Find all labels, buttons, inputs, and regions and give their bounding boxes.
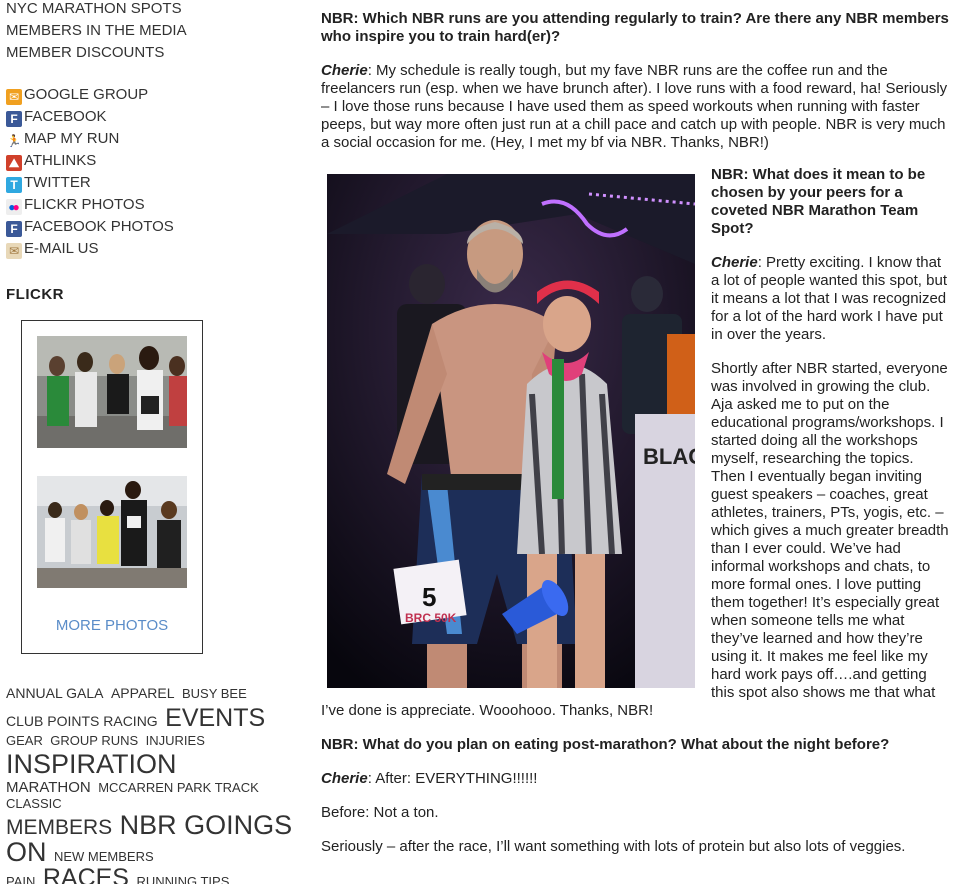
top-links: NYC MARATHON SPOTS MEMBERS IN THE MEDIA …	[6, 0, 296, 64]
more-photos-link[interactable]: MORE PHOTOS	[22, 617, 202, 634]
answer-3-after: Seriously – after the race, I’ll want so…	[321, 838, 906, 855]
facebook-icon: f	[6, 111, 22, 127]
twitter-link[interactable]: t TWITTER	[6, 172, 296, 194]
twitter-label: TWITTER	[24, 174, 91, 191]
answer-3-text: : After: EVERYTHING!!!!!!	[367, 770, 538, 787]
flickr-icon: ●●	[6, 199, 22, 215]
flickr-widget: MORE PHOTOS	[21, 320, 203, 654]
tag-injuries[interactable]: INJURIES	[146, 733, 205, 748]
answer-3-before: Before: Not a ton.	[321, 804, 439, 821]
tag-inspiration[interactable]: INSPIRATION	[6, 749, 177, 779]
tag-members[interactable]: MEMBERS	[6, 816, 112, 839]
athlinks-icon: ⛰	[6, 155, 22, 171]
speaker-name: Cherie	[321, 770, 368, 787]
tag-new-members[interactable]: NEW MEMBERS	[54, 849, 154, 864]
tag-annual-gala[interactable]: ANNUAL GALA	[6, 685, 104, 701]
tag-marathon[interactable]: MARATHON	[6, 779, 91, 796]
nyc-marathon-spots-link[interactable]: NYC MARATHON SPOTS	[6, 0, 296, 20]
athlinks-link[interactable]: ⛰ ATHLINKS	[6, 150, 296, 172]
question-3: NBR: What do you plan on eating post-mar…	[321, 736, 890, 753]
tag-pain[interactable]: PAIN	[6, 874, 35, 884]
flickr-heading: FLICKR	[6, 286, 64, 303]
question-1: NBR: Which NBR runs are you attending re…	[321, 10, 949, 45]
map-my-run-label: MAP MY RUN	[24, 130, 120, 147]
google-group-icon: ✉	[6, 89, 22, 105]
article-photo: BLAC 5 BRC 50K	[327, 174, 695, 688]
flickr-photos-link[interactable]: ●● FLICKR PHOTOS	[6, 194, 296, 216]
tag-apparel[interactable]: APPAREL	[111, 685, 175, 701]
tag-group-runs[interactable]: GROUP RUNS	[50, 733, 138, 748]
tag-running-tips[interactable]: RUNNING TIPS	[136, 874, 229, 884]
map-my-run-link[interactable]: 🏃 MAP MY RUN	[6, 128, 296, 150]
tag-cloud: ANNUAL GALA APPAREL BUSY BEE CLUB POINTS…	[6, 686, 296, 884]
tag-races[interactable]: RACES	[43, 864, 129, 884]
answer-1-text: : My schedule is really tough, but my fa…	[321, 62, 948, 151]
page: NYC MARATHON SPOTS MEMBERS IN THE MEDIA …	[0, 0, 954, 884]
tag-club-points-racing[interactable]: CLUB POINTS RACING	[6, 713, 158, 729]
member-discounts-link[interactable]: MEMBER DISCOUNTS	[6, 42, 296, 64]
members-in-the-media-link[interactable]: MEMBERS IN THE MEDIA	[6, 20, 296, 42]
flickr-photos-label: FLICKR PHOTOS	[24, 196, 145, 213]
sidebar: NYC MARATHON SPOTS MEMBERS IN THE MEDIA …	[6, 0, 296, 303]
speaker-name: Cherie	[321, 62, 368, 79]
tag-gear[interactable]: GEAR	[6, 733, 43, 748]
map-my-run-icon: 🏃	[6, 134, 22, 148]
answer-1: Cherie: My schedule is really tough, but…	[321, 62, 951, 152]
tag-events[interactable]: EVENTS	[165, 704, 265, 732]
bib-text: BRC 50K	[405, 611, 457, 625]
bib-number: 5	[422, 582, 436, 612]
email-us-link[interactable]: ✉ E-MAIL US	[6, 238, 296, 260]
article-photo-image: BLAC 5 BRC 50K	[327, 174, 695, 688]
flickr-photo-1-image	[37, 336, 187, 448]
facebook-label: FACEBOOK	[24, 108, 107, 125]
answer-3: Cherie: After: EVERYTHING!!!!!!	[321, 770, 951, 788]
facebook-link[interactable]: f FACEBOOK	[6, 106, 296, 128]
email-us-label: E-MAIL US	[24, 240, 99, 257]
tag-busy-bee[interactable]: BUSY BEE	[182, 686, 247, 701]
flickr-photo-2-image	[37, 476, 187, 588]
flickr-photo-1[interactable]	[37, 336, 187, 448]
google-group-link[interactable]: ✉ GOOGLE GROUP	[6, 84, 296, 106]
sign-text: BLAC	[643, 444, 695, 469]
google-group-label: GOOGLE GROUP	[24, 86, 149, 103]
flickr-photo-2[interactable]	[37, 476, 187, 588]
facebook-icon: f	[6, 221, 22, 237]
email-icon: ✉	[6, 243, 22, 259]
athlinks-label: ATHLINKS	[24, 152, 97, 169]
twitter-icon: t	[6, 177, 22, 193]
facebook-photos-label: FACEBOOK PHOTOS	[24, 218, 174, 235]
article-body: NBR: Which NBR runs are you attending re…	[321, 10, 951, 872]
speaker-name: Cherie	[711, 254, 758, 271]
social-links: ✉ GOOGLE GROUP f FACEBOOK 🏃 MAP MY RUN ⛰ ATH…	[6, 84, 296, 260]
facebook-photos-link[interactable]: f FACEBOOK PHOTOS	[6, 216, 296, 238]
